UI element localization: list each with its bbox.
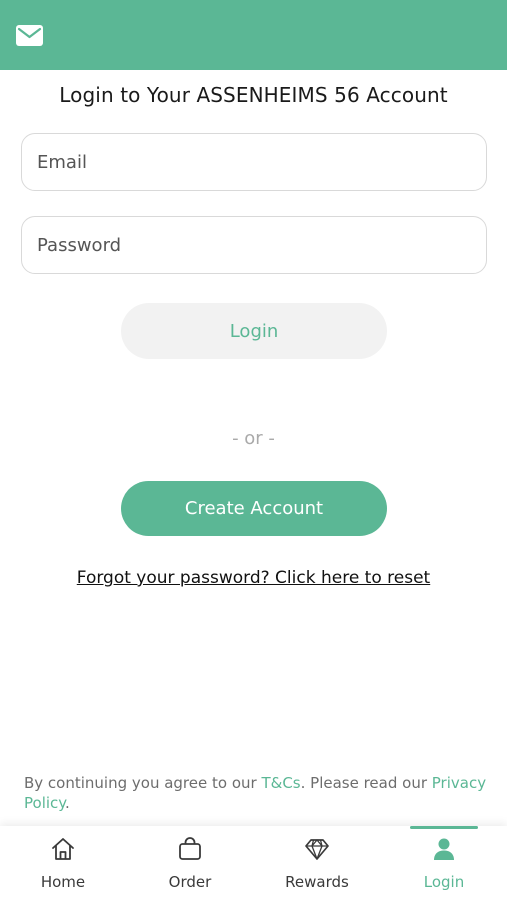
forgot-password-link[interactable]: Forgot your password? Click here to rese… [0, 568, 507, 588]
terms-middle: . Please read our [300, 774, 432, 792]
password-field[interactable] [21, 216, 487, 274]
create-account-button[interactable]: Create Account [121, 481, 387, 536]
top-bar [0, 0, 507, 70]
tab-home-label: Home [40, 873, 86, 891]
diamond-icon [305, 839, 329, 860]
or-divider: - or - [232, 428, 275, 449]
tab-rewards-label: Rewards [285, 873, 349, 891]
tab-rewards[interactable]: Rewards [254, 826, 380, 900]
email-field[interactable] [21, 133, 487, 191]
tab-home[interactable]: Home [0, 826, 126, 900]
bag-icon [179, 837, 201, 860]
user-icon [434, 838, 454, 860]
login-button[interactable]: Login [121, 303, 387, 359]
terms-suffix: . [65, 794, 70, 812]
mail-icon[interactable] [16, 25, 43, 46]
tab-order-label: Order [168, 873, 212, 891]
tab-order[interactable]: Order [127, 826, 253, 900]
bottom-tab-bar: Home Order Rewards Login [0, 826, 507, 900]
page-title: Login to Your ASSENHEIMS 56 Account [59, 83, 448, 107]
tab-login-label: Login [423, 873, 465, 891]
home-icon [52, 838, 74, 860]
terms-notice: By continuing you agree to our T&Cs. Ple… [24, 773, 489, 813]
tab-login[interactable]: Login [381, 826, 507, 900]
tcs-link[interactable]: T&Cs [261, 774, 300, 792]
terms-prefix: By continuing you agree to our [24, 774, 262, 792]
